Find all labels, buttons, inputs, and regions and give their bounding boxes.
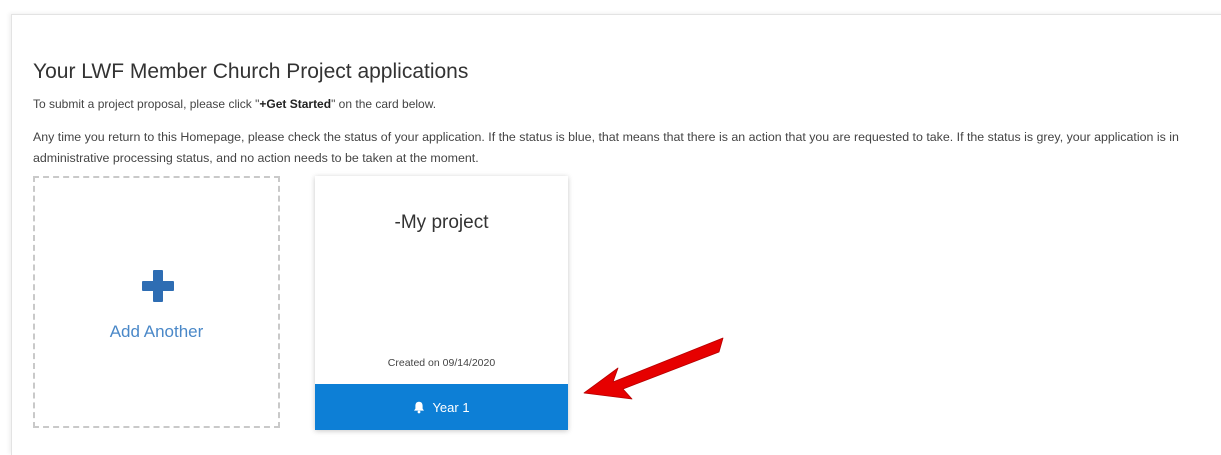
status-label: Year 1 bbox=[432, 399, 470, 415]
plus-icon bbox=[142, 270, 174, 302]
status-button[interactable]: Year 1 bbox=[315, 384, 568, 430]
get-started-emphasis: +Get Started bbox=[259, 97, 332, 111]
add-another-label: Add Another bbox=[109, 322, 204, 341]
intro-suffix: " on the card below. bbox=[331, 97, 437, 111]
status-notice: Any time you return to this Homepage, pl… bbox=[33, 130, 1179, 165]
project-title: -My project bbox=[394, 212, 489, 233]
annotation-arrow bbox=[583, 337, 724, 400]
add-another-card[interactable]: Add Another bbox=[33, 176, 280, 428]
intro-prefix: To submit a project proposal, please cli… bbox=[33, 97, 260, 111]
bell-icon bbox=[414, 401, 425, 413]
intro-text: To submit a project proposal, please cli… bbox=[33, 97, 436, 111]
created-date: Created on 09/14/2020 bbox=[387, 357, 496, 369]
page-title: Your LWF Member Church Project applicati… bbox=[33, 60, 469, 83]
project-card[interactable]: -My project Created on 09/14/2020 Year 1 bbox=[315, 176, 568, 430]
